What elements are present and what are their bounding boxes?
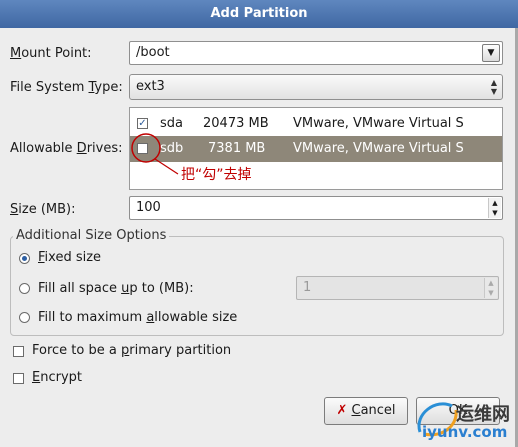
cancel-button[interactable]: ✗ Cancel — [324, 397, 408, 425]
drive-model: VMware, VMware Virtual S — [293, 141, 464, 156]
file-system-type-select[interactable]: ext3 ▲ ▼ — [129, 74, 503, 100]
mount-point-dropdown-button[interactable]: ▼ — [482, 44, 500, 62]
window-title: Add Partition — [0, 0, 518, 28]
allowable-drives-label: Allowable Drives: — [10, 141, 123, 156]
size-label: Size (MB): — [10, 202, 76, 217]
drive-size: 7381 MB — [208, 141, 266, 156]
arrow-up-icon[interactable]: ▲ — [489, 198, 501, 208]
encrypt-label[interactable]: Encrypt — [32, 370, 82, 385]
cancel-x-icon: ✗ — [336, 403, 348, 418]
encrypt-checkbox[interactable] — [13, 373, 24, 384]
fixed-size-radio[interactable] — [19, 253, 30, 264]
drive-size: 20473 MB — [203, 116, 269, 131]
file-system-type-value: ext3 — [136, 79, 165, 94]
drive-model: VMware, VMware Virtual S — [293, 116, 464, 131]
fill-max-radio[interactable] — [19, 312, 30, 323]
mount-point-label: Mount Point: — [10, 46, 92, 61]
mount-point-input[interactable]: /boot — [136, 45, 170, 60]
arrow-down-icon[interactable]: ▼ — [485, 288, 497, 298]
size-input[interactable]: 100 — [136, 200, 161, 215]
drive-row-sdb[interactable]: sdb 7381 MB VMware, VMware Virtual S — [130, 136, 502, 162]
force-primary-label[interactable]: Force to be a primary partition — [32, 343, 231, 358]
annotation-text: 把“勾”去掉 — [181, 167, 252, 183]
fill-upto-input[interactable]: 1 — [303, 280, 311, 295]
updown-arrows-icon: ▲ ▼ — [490, 78, 498, 96]
size-spinbox[interactable]: 100 ▲ ▼ — [129, 196, 503, 220]
file-system-type-label: File System Type: — [10, 80, 123, 95]
annotation-circle-icon — [131, 133, 179, 175]
arrow-up-icon[interactable]: ▲ — [485, 278, 497, 288]
fill-upto-spin-buttons[interactable]: ▲ ▼ — [484, 278, 497, 298]
watermark-logo: 运维网 iyunv.com — [412, 396, 518, 447]
fixed-size-label[interactable]: Fixed size — [38, 250, 101, 265]
fill-upto-spinbox[interactable]: 1 ▲ ▼ — [296, 276, 499, 300]
drive-sda-checkbox[interactable]: ✓ — [137, 118, 148, 129]
size-spin-buttons[interactable]: ▲ ▼ — [488, 198, 501, 218]
fill-upto-label[interactable]: Fill all space up to (MB): — [38, 281, 194, 296]
drive-row-sda[interactable]: ✓ sda 20473 MB VMware, VMware Virtual S — [130, 111, 502, 137]
mount-point-combo[interactable]: /boot ▼ — [129, 41, 503, 65]
fill-upto-radio[interactable] — [19, 283, 30, 294]
watermark-text-url: iyunv.com — [422, 423, 508, 441]
additional-size-options-title: Additional Size Options — [13, 228, 170, 243]
fill-max-label[interactable]: Fill to maximum allowable size — [38, 310, 237, 325]
arrow-down-icon[interactable]: ▼ — [489, 208, 501, 218]
chevron-down-icon: ▼ — [487, 48, 495, 58]
force-primary-checkbox[interactable] — [13, 346, 24, 357]
